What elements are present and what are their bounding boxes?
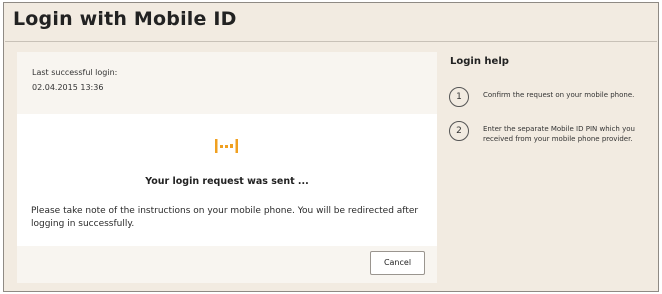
cancel-button[interactable]: Cancel bbox=[370, 251, 425, 275]
step-text: Confirm the request on your mobile phone… bbox=[483, 91, 635, 99]
last-login-box: Last successful login: 02.04.2015 13:36 bbox=[17, 52, 437, 114]
step-number-badge: 1 bbox=[449, 87, 469, 107]
status-heading: Your login request was sent ... bbox=[145, 176, 309, 187]
panel-footer: Cancel bbox=[17, 246, 437, 283]
step-number-badge: 2 bbox=[449, 121, 469, 141]
last-login-value: 02.04.2015 13:36 bbox=[32, 83, 104, 92]
step-text: Enter the separate Mobile ID PIN which y… bbox=[483, 125, 635, 143]
last-login-label: Last successful login: bbox=[32, 68, 118, 77]
login-status-panel: Last successful login: 02.04.2015 13:36 … bbox=[17, 52, 437, 283]
loading-dots-icon bbox=[215, 139, 238, 153]
page-title: Login with Mobile ID bbox=[13, 8, 237, 30]
login-window: Login with Mobile ID Last successful log… bbox=[3, 2, 659, 292]
help-title: Login help bbox=[450, 56, 509, 67]
instructions-text: Please take note of the instructions on … bbox=[31, 206, 419, 229]
title-divider bbox=[5, 41, 657, 42]
